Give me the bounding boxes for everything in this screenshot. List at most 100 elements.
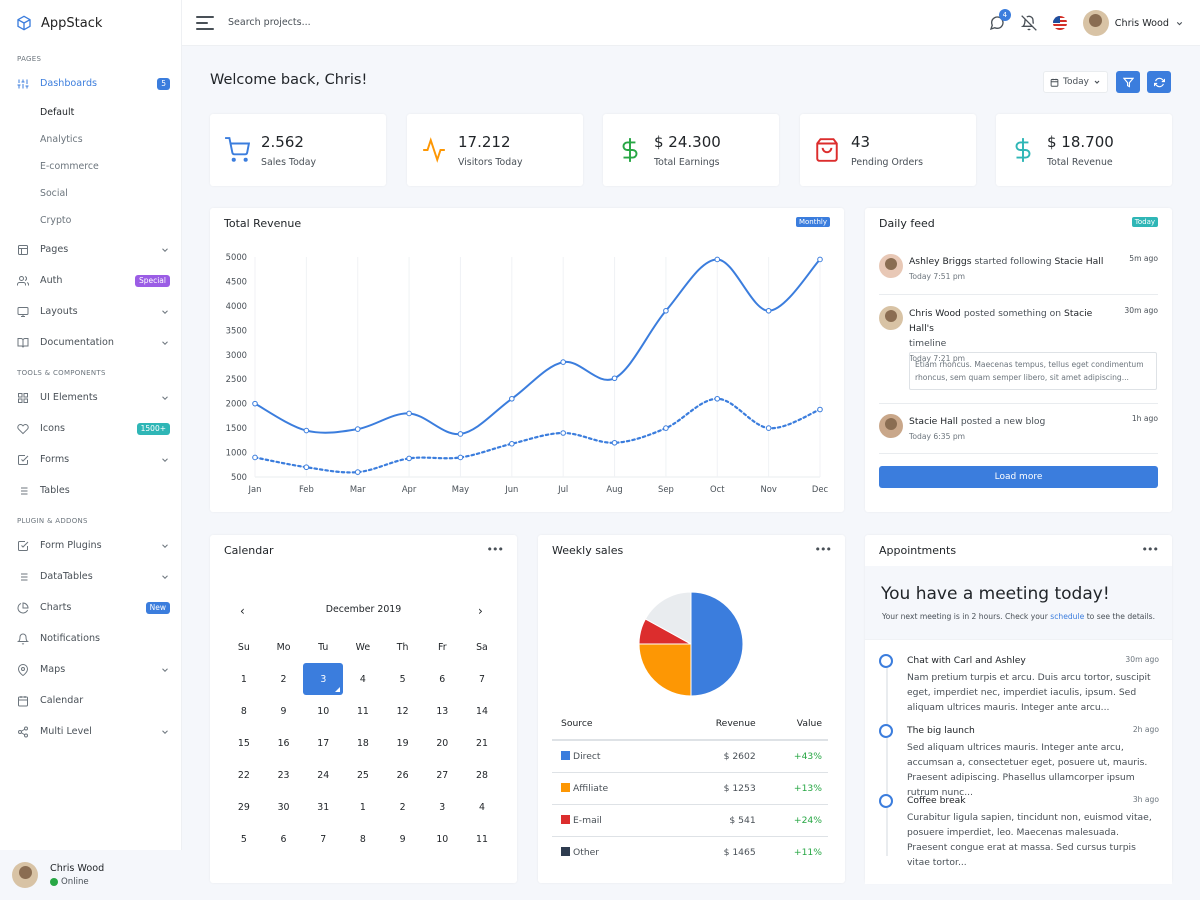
calendar-day[interactable]: 25 — [343, 759, 383, 791]
sidebar-item-tables[interactable]: Tables — [0, 475, 181, 506]
calendar-day[interactable]: 27 — [422, 759, 462, 791]
data-point[interactable] — [354, 426, 361, 432]
sidebar-item-documentation[interactable]: Documentation — [0, 327, 181, 358]
calendar-day[interactable]: 29 — [224, 791, 264, 823]
calendar-day[interactable]: 4 — [343, 663, 383, 695]
calendar-day[interactable]: 11 — [462, 823, 502, 855]
calendar-day[interactable]: 9 — [264, 695, 304, 727]
calendar-day[interactable]: 10 — [422, 823, 462, 855]
data-point[interactable] — [663, 425, 669, 431]
sidebar-item-auth[interactable]: Auth Special — [0, 265, 181, 296]
data-point[interactable] — [252, 400, 258, 407]
feed-user[interactable]: Ashley Briggs — [909, 256, 972, 267]
calendar-day[interactable]: 9 — [383, 823, 423, 855]
sidebar-item-charts[interactable]: Charts New — [0, 592, 181, 623]
calendar-day[interactable]: 24 — [303, 759, 343, 791]
data-point[interactable] — [611, 439, 618, 446]
sidebar-subitem-social[interactable]: Social — [0, 180, 181, 207]
calendar-day[interactable]: 8 — [343, 823, 383, 855]
schedule-link[interactable]: schedule — [1050, 612, 1084, 621]
calendar-day[interactable]: 15 — [224, 727, 264, 759]
data-point[interactable] — [303, 464, 310, 471]
feed-user[interactable]: Chris Wood — [909, 308, 961, 319]
more-options-icon[interactable]: ••• — [815, 543, 832, 556]
more-options-icon[interactable]: ••• — [1142, 543, 1159, 556]
pie-slice[interactable] — [690, 591, 744, 697]
data-point[interactable] — [303, 427, 310, 434]
sidebar-subitem-ecommerce[interactable]: E-commerce — [0, 153, 181, 180]
data-point[interactable] — [765, 425, 772, 431]
calendar-day[interactable]: 28 — [462, 759, 502, 791]
calendar-day[interactable]: 4 — [462, 791, 502, 823]
sidebar-item-multi-level[interactable]: Multi Level — [0, 716, 181, 747]
feed-user[interactable]: Stacie Hall — [909, 416, 958, 427]
calendar-day[interactable]: 2 — [383, 791, 423, 823]
calendar-day[interactable]: 3 — [303, 663, 344, 695]
menu-toggle-icon[interactable] — [196, 15, 214, 30]
data-point[interactable] — [765, 307, 772, 314]
data-point[interactable] — [714, 256, 721, 263]
calendar-day[interactable]: 23 — [264, 759, 304, 791]
sidebar-item-calendar[interactable]: Calendar — [0, 685, 181, 716]
calendar-day[interactable]: 13 — [422, 695, 462, 727]
calendar-day[interactable]: 17 — [303, 727, 343, 759]
sidebar-item-forms[interactable]: Forms — [0, 444, 181, 475]
calendar-day[interactable]: 18 — [343, 727, 383, 759]
load-more-button[interactable]: Load more — [879, 466, 1158, 488]
calendar-day[interactable]: 12 — [383, 695, 423, 727]
refresh-button[interactable] — [1147, 71, 1171, 93]
sidebar-item-datatables[interactable]: DataTables — [0, 561, 181, 592]
data-point[interactable] — [509, 440, 515, 447]
data-point[interactable] — [714, 395, 721, 402]
data-point[interactable] — [457, 454, 464, 461]
sidebar-item-layouts[interactable]: Layouts — [0, 296, 181, 327]
calendar-day[interactable]: 6 — [264, 823, 304, 855]
data-point[interactable] — [252, 454, 258, 461]
calendar-day[interactable]: 1 — [343, 791, 383, 823]
calendar-day[interactable]: 14 — [462, 695, 502, 727]
sidebar-item-notifications[interactable]: Notifications — [0, 623, 181, 654]
brand[interactable]: AppStack — [0, 0, 181, 46]
sidebar-subitem-default[interactable]: Default — [0, 99, 181, 126]
pie-slice[interactable] — [638, 643, 692, 697]
messages-button[interactable]: 4 — [989, 9, 1011, 31]
sidebar-user[interactable]: Chris Wood Online — [0, 850, 182, 900]
calendar-day[interactable]: 26 — [383, 759, 423, 791]
user-menu[interactable]: Chris Wood — [1082, 10, 1184, 36]
filter-button[interactable] — [1116, 71, 1140, 93]
data-point[interactable] — [817, 406, 823, 413]
data-point[interactable] — [560, 359, 566, 365]
calendar-day[interactable]: 19 — [383, 727, 423, 759]
data-point[interactable] — [457, 431, 464, 437]
data-point[interactable] — [509, 395, 515, 402]
calendar-day[interactable]: 11 — [343, 695, 383, 727]
calendar-day[interactable]: 7 — [462, 663, 502, 695]
calendar-day[interactable]: 6 — [422, 663, 462, 695]
sidebar-item-ui-elements[interactable]: UI Elements — [0, 382, 181, 413]
data-point[interactable] — [354, 469, 361, 475]
language-button[interactable] — [1052, 16, 1067, 30]
data-point[interactable] — [663, 307, 669, 314]
calendar-day[interactable]: 7 — [303, 823, 343, 855]
next-month-icon[interactable]: › — [478, 604, 483, 618]
sidebar-item-maps[interactable]: Maps — [0, 654, 181, 685]
calendar-day[interactable]: 10 — [303, 695, 343, 727]
data-point[interactable] — [560, 430, 566, 436]
calendar-day[interactable]: 3 — [422, 791, 462, 823]
data-point[interactable] — [406, 410, 412, 417]
data-point[interactable] — [406, 455, 412, 462]
calendar-day[interactable]: 21 — [462, 727, 502, 759]
calendar-day[interactable]: 5 — [383, 663, 423, 695]
calendar-day[interactable]: 1 — [224, 663, 264, 695]
calendar-day[interactable]: 16 — [264, 727, 304, 759]
search-input[interactable] — [228, 17, 428, 28]
more-options-icon[interactable]: ••• — [487, 543, 504, 556]
calendar-day[interactable]: 8 — [224, 695, 264, 727]
prev-month-icon[interactable]: ‹ — [240, 604, 245, 618]
sidebar-item-form-plugins[interactable]: Form Plugins — [0, 530, 181, 561]
data-point[interactable] — [611, 375, 618, 382]
notifications-button[interactable] — [1020, 15, 1037, 31]
sidebar-item-dashboards[interactable]: Dashboards 5 — [0, 68, 181, 99]
calendar-day[interactable]: 2 — [264, 663, 304, 695]
calendar-day[interactable]: 20 — [422, 727, 462, 759]
